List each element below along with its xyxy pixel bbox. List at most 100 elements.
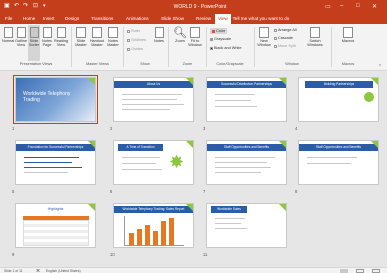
slide-master-icon <box>76 27 86 38</box>
tell-me-box[interactable]: ♀ Tell me what you want to do <box>228 16 289 21</box>
notes-label: Notes <box>154 39 164 43</box>
normal-view-label: Normal <box>2 39 15 43</box>
switch-windows-label: Switch Windows <box>307 39 323 48</box>
zoom-button[interactable]: 🔍︎ Zoom <box>173 27 187 43</box>
tab-file[interactable]: File <box>5 16 12 21</box>
reading-view-button[interactable]: Reading View <box>54 27 68 48</box>
notes-page-label: Notes Page <box>42 39 52 48</box>
text-line <box>215 157 275 158</box>
save-icon[interactable]: ▣ <box>4 3 10 10</box>
tab-animations[interactable]: Animations <box>126 16 149 21</box>
slide-title: Building Partnerships <box>305 81 373 88</box>
slide-title: Worldwide Sales <box>211 206 247 213</box>
minimize-icon[interactable]: – <box>340 3 343 9</box>
notes-button[interactable]: Notes <box>152 27 166 43</box>
slide-accent <box>186 141 193 148</box>
macros-button[interactable]: Macros <box>340 27 356 43</box>
chart-bar <box>169 218 174 245</box>
slide-thumbnail-7[interactable]: Staff Opportunities and Benefits <box>206 140 287 185</box>
text-line <box>24 157 79 158</box>
reading-view-icon <box>56 27 66 38</box>
normal-view-button[interactable]: Normal <box>2 27 14 43</box>
fit-to-window-icon <box>190 27 200 38</box>
chart-bar <box>145 225 150 245</box>
tab-transitions[interactable]: Transitions <box>91 16 113 21</box>
language-status[interactable]: English (United States) <box>46 269 81 273</box>
switch-windows-button[interactable]: Switch Windows <box>304 27 326 48</box>
reading-view-icon[interactable] <box>356 269 364 273</box>
slide-master-label: Slide Master <box>75 39 87 48</box>
text-line <box>215 167 271 168</box>
move-split-button[interactable]: Move Split <box>274 44 296 48</box>
text-line <box>122 94 182 95</box>
slide-sorter-pane: Worldwide Telephony Trading 1 About Us 2… <box>0 71 387 267</box>
group-divider <box>254 27 255 67</box>
text-line <box>24 172 68 173</box>
handout-master-label: Handout Master <box>89 39 105 48</box>
slide-thumbnail-9[interactable]: Highlights <box>15 203 96 248</box>
redo-icon[interactable]: ↷ <box>23 3 28 10</box>
notes-master-button[interactable]: Notes Master <box>106 27 120 48</box>
text-line <box>215 172 261 173</box>
customize-toolbar-icon[interactable]: ▾ <box>43 3 46 10</box>
slide-thumbnail-5[interactable]: Foundation for Successful Partnerships <box>15 140 96 185</box>
slide-thumbnail-4[interactable]: Building Partnerships <box>298 77 379 122</box>
tab-home[interactable]: Home <box>23 16 35 21</box>
switch-windows-icon <box>310 27 320 38</box>
new-window-icon <box>259 27 269 38</box>
slide-thumbnail-8[interactable]: Staff Opportunities and Benefits <box>298 140 379 185</box>
text-line <box>215 228 247 229</box>
black-and-white-option[interactable]: Black and White <box>210 46 241 50</box>
zoom-icon: 🔍︎ <box>173 27 187 39</box>
spelling-icon[interactable]: ⌘ <box>36 268 40 273</box>
slide-master-button[interactable]: Slide Master <box>74 27 88 48</box>
group-divider <box>331 27 332 67</box>
undo-icon[interactable]: ↶ <box>14 3 19 10</box>
notes-page-button[interactable]: Notes Page <box>41 27 53 48</box>
slide-number: 8 <box>295 189 298 194</box>
group-divider <box>71 27 72 67</box>
slide-thumbnail-6[interactable]: A Time of Transition ✸ <box>113 140 194 185</box>
arrange-all-button[interactable]: Arrange All <box>274 28 297 32</box>
ribbon-display-icon[interactable]: ▭ <box>325 3 331 10</box>
new-window-button[interactable]: New Window <box>256 27 272 48</box>
close-icon[interactable]: ✕ <box>372 3 377 10</box>
new-window-label: New Window <box>257 39 271 48</box>
guides-checkbox[interactable]: Guides <box>127 47 143 51</box>
handout-master-button[interactable]: Handout Master <box>89 27 105 48</box>
maximize-icon[interactable]: □ <box>356 3 360 9</box>
slide-title: Worldwide Telephony Trading: Sales Repor… <box>114 206 193 213</box>
slide-thumbnail-1[interactable]: Worldwide Telephony Trading <box>13 75 98 124</box>
collapse-ribbon-icon[interactable]: ⌃ <box>378 64 382 70</box>
cascade-button[interactable]: Cascade <box>274 36 293 40</box>
group-divider <box>206 27 207 67</box>
fit-to-window-button[interactable]: Fit to Window <box>188 27 202 48</box>
slide-count: Slide 1 of 11 <box>4 269 23 273</box>
slide-thumbnail-2[interactable]: About Us <box>113 77 194 122</box>
normal-view-icon <box>3 27 13 38</box>
slide-accent <box>88 204 95 211</box>
tab-review[interactable]: Review <box>196 16 211 21</box>
tab-insert[interactable]: Insert <box>43 16 55 21</box>
start-slideshow-icon[interactable]: ⊡ <box>33 3 38 10</box>
slide-sorter-view-icon[interactable] <box>340 269 348 273</box>
slide-thumbnail-11[interactable]: Worldwide Sales <box>206 203 287 248</box>
notes-page-icon <box>42 27 52 38</box>
slideshow-view-icon[interactable] <box>372 269 380 273</box>
outline-view-icon <box>16 27 26 38</box>
notes-master-icon <box>108 27 118 38</box>
color-option[interactable]: Color <box>210 28 228 34</box>
gridlines-checkbox[interactable]: Gridlines <box>127 38 146 42</box>
slide-title: A Time of Transition <box>118 144 163 151</box>
slide-thumbnail-3[interactable]: Successful Distribution Partnerships <box>206 77 287 122</box>
slide-sorter-button[interactable]: Slide Sorter <box>28 25 40 61</box>
tab-slide-show[interactable]: Slide Show <box>161 16 184 21</box>
ruler-checkbox[interactable]: Ruler <box>127 29 140 33</box>
tab-design[interactable]: Design <box>65 16 79 21</box>
outline-view-button[interactable]: Outline View <box>15 27 27 48</box>
chart-bar <box>153 231 158 245</box>
color-grayscale-group-label: Color/Grayscale <box>216 62 244 66</box>
slide-thumbnail-10[interactable]: Worldwide Telephony Trading: Sales Repor… <box>113 203 194 248</box>
grayscale-option[interactable]: Grayscale <box>210 37 231 41</box>
text-line <box>215 162 267 163</box>
